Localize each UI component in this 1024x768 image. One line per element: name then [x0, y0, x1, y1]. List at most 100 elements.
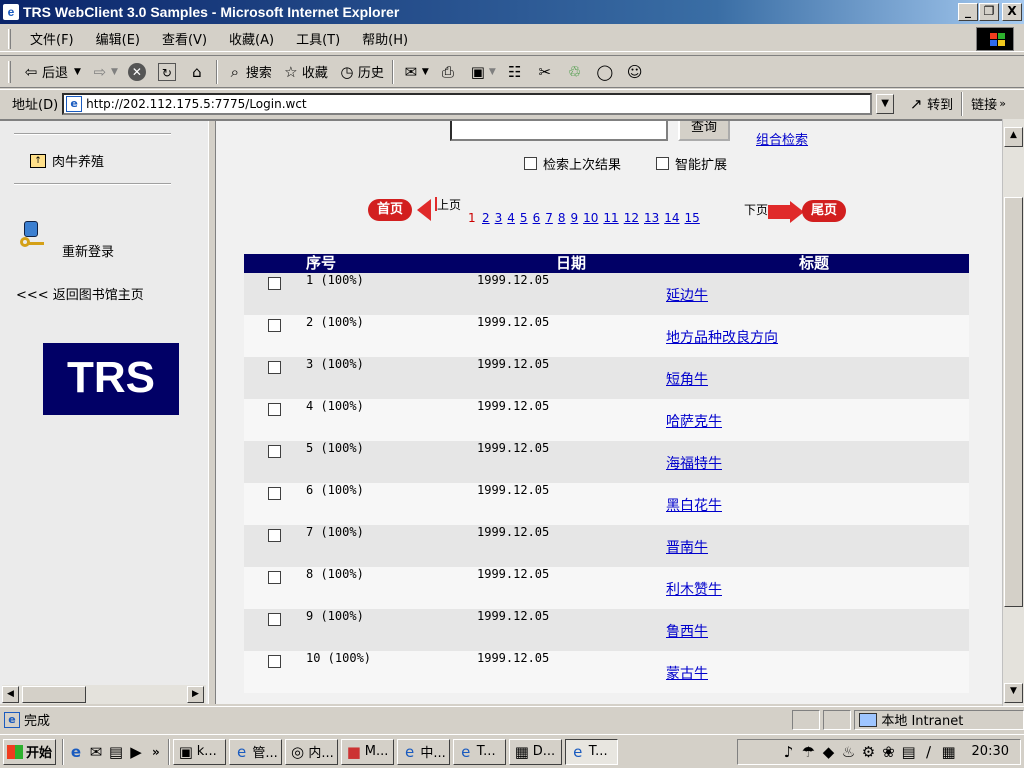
main-vertical-scrollbar[interactable]: ▲ ▼	[1002, 119, 1024, 706]
go-button[interactable]: ↗ 转到	[902, 94, 958, 114]
address-input[interactable]: e http://202.112.175.5:7775/Login.wct	[62, 92, 873, 115]
minimize-button[interactable]: _	[958, 3, 978, 21]
taskbar-task[interactable]: e T...	[452, 738, 506, 765]
mail-button[interactable]: ✉ ▼	[397, 63, 434, 81]
back-home-link[interactable]: <<< 返回图书馆主页	[16, 284, 144, 303]
taskbar-task[interactable]: ◎ 内...	[284, 738, 338, 765]
refresh-button[interactable]: ↻	[153, 62, 183, 81]
menu-help[interactable]: 帮助(H)	[351, 29, 419, 48]
page-link[interactable]: 5	[520, 211, 528, 225]
page-link[interactable]: 9	[570, 211, 578, 225]
stop-button[interactable]: ✕	[123, 62, 153, 81]
history-button[interactable]: ◷ 历史	[333, 62, 389, 82]
search-button[interactable]: ⌕ 搜索	[221, 62, 277, 82]
discuss-button[interactable]: ☷	[501, 63, 531, 81]
volume-icon[interactable]: ♪	[780, 743, 798, 761]
network-icon[interactable]: ◆	[820, 743, 838, 761]
back-button[interactable]: ⇦ 后退 ▼	[17, 62, 86, 82]
row-checkbox[interactable]	[268, 487, 281, 500]
option-prev-results[interactable]: 检索上次结果	[524, 154, 621, 173]
page-link[interactable]: 15	[685, 211, 700, 225]
page-link[interactable]: 7	[545, 211, 553, 225]
first-page-button[interactable]: 首页	[368, 199, 413, 221]
menu-file[interactable]: 文件(F)	[19, 29, 85, 48]
messenger-button[interactable]: ◯	[591, 63, 621, 81]
tool-button[interactable]: ✂	[531, 63, 561, 81]
menu-edit[interactable]: 编辑(E)	[85, 29, 151, 48]
option-smart-expand[interactable]: 智能扩展	[656, 154, 727, 173]
next-page-button[interactable]: 下页	[744, 201, 769, 218]
tray-app-icon[interactable]: ▦	[940, 743, 958, 761]
print-button[interactable]: ⎙	[434, 63, 464, 81]
taskbar-task[interactable]: e 中...	[396, 738, 450, 765]
page-link[interactable]: 8	[558, 211, 566, 225]
row-checkbox[interactable]	[268, 403, 281, 416]
left-horizontal-scrollbar[interactable]: ◀ ▶	[2, 685, 206, 704]
row-title-link[interactable]: 鲁西牛	[666, 621, 708, 641]
tray-app-icon[interactable]: ❀	[880, 743, 898, 761]
row-title-link[interactable]: 黑白花牛	[666, 495, 722, 515]
scroll-up-icon[interactable]: ▲	[1004, 127, 1023, 147]
row-title-link[interactable]: 蒙古牛	[666, 663, 708, 683]
taskbar-task[interactable]: e 管...	[228, 738, 282, 765]
pen-icon[interactable]: ∕	[920, 743, 938, 761]
umbrella-icon[interactable]: ☂	[800, 743, 818, 761]
last-page-button[interactable]: 尾页	[802, 200, 847, 222]
tray-app-icon[interactable]: ⚙	[860, 743, 878, 761]
links-button[interactable]: 链接»	[966, 94, 1011, 113]
query-button[interactable]: 查询	[678, 121, 730, 141]
taskbar-task[interactable]: ▦ D...	[508, 738, 562, 765]
search-input[interactable]	[450, 121, 668, 141]
page-link[interactable]: 11	[603, 211, 618, 225]
row-title-link[interactable]: 短角牛	[666, 369, 708, 389]
recycle-button[interactable]: ♲	[561, 63, 591, 81]
edit-button[interactable]: ▣ ▼	[464, 63, 501, 81]
row-title-link[interactable]: 海福特牛	[666, 453, 722, 473]
row-title-link[interactable]: 地方品种改良方向	[666, 327, 778, 347]
page-link[interactable]: 4	[507, 211, 515, 225]
menu-tools[interactable]: 工具(T)	[285, 29, 351, 48]
favorites-button[interactable]: ☆ 收藏	[277, 62, 333, 82]
page-link[interactable]: 3	[495, 211, 503, 225]
maximize-button[interactable]: ❐	[979, 3, 999, 21]
page-link[interactable]: 6	[533, 211, 541, 225]
row-title-link[interactable]: 利木赞牛	[666, 579, 722, 599]
row-title-link[interactable]: 哈萨克牛	[666, 411, 722, 431]
taskbar-task-active[interactable]: e T...	[564, 738, 618, 765]
start-button[interactable]: 开始	[3, 738, 57, 765]
media-quicklaunch-icon[interactable]: ▶	[127, 743, 145, 761]
outlook-quicklaunch-icon[interactable]: ✉	[87, 743, 105, 761]
page-link[interactable]: 14	[664, 211, 679, 225]
chevron-right-icon[interactable]: »	[152, 745, 160, 759]
scroll-right-icon[interactable]: ▶	[187, 686, 204, 703]
relogin-link[interactable]: 重新登录	[62, 241, 114, 260]
row-title-link[interactable]: 晋南牛	[666, 537, 708, 557]
row-checkbox[interactable]	[268, 277, 281, 290]
tray-app-icon[interactable]: ▤	[900, 743, 918, 761]
forward-button[interactable]: ⇨ ▼	[86, 63, 123, 81]
checkbox[interactable]	[656, 157, 669, 170]
page-link[interactable]: 10	[583, 211, 598, 225]
menu-view[interactable]: 查看(V)	[151, 29, 218, 48]
row-checkbox[interactable]	[268, 613, 281, 626]
row-checkbox[interactable]	[268, 319, 281, 332]
scroll-thumb[interactable]	[1004, 197, 1023, 607]
close-button[interactable]: X	[1002, 3, 1022, 21]
frame-splitter[interactable]	[208, 121, 216, 704]
category-item[interactable]: ↑ 肉牛养殖	[30, 151, 104, 170]
prev-page-button[interactable]: 上页	[437, 196, 462, 213]
checkbox[interactable]	[524, 157, 537, 170]
taskbar-task[interactable]: ■ M...	[340, 738, 394, 765]
combo-search-link[interactable]: 组合检索	[756, 129, 808, 148]
user-button[interactable]: ☺	[621, 63, 651, 81]
row-checkbox[interactable]	[268, 529, 281, 542]
row-checkbox[interactable]	[268, 361, 281, 374]
menu-favorites[interactable]: 收藏(A)	[218, 29, 285, 48]
scroll-left-icon[interactable]: ◀	[2, 686, 19, 703]
home-button[interactable]: ⌂	[183, 63, 213, 81]
address-dropdown-icon[interactable]: ▼	[876, 93, 895, 114]
row-checkbox[interactable]	[268, 445, 281, 458]
desktop-quicklaunch-icon[interactable]: ▤	[107, 743, 125, 761]
row-checkbox[interactable]	[268, 655, 281, 668]
ie-quicklaunch-icon[interactable]: e	[67, 743, 85, 761]
